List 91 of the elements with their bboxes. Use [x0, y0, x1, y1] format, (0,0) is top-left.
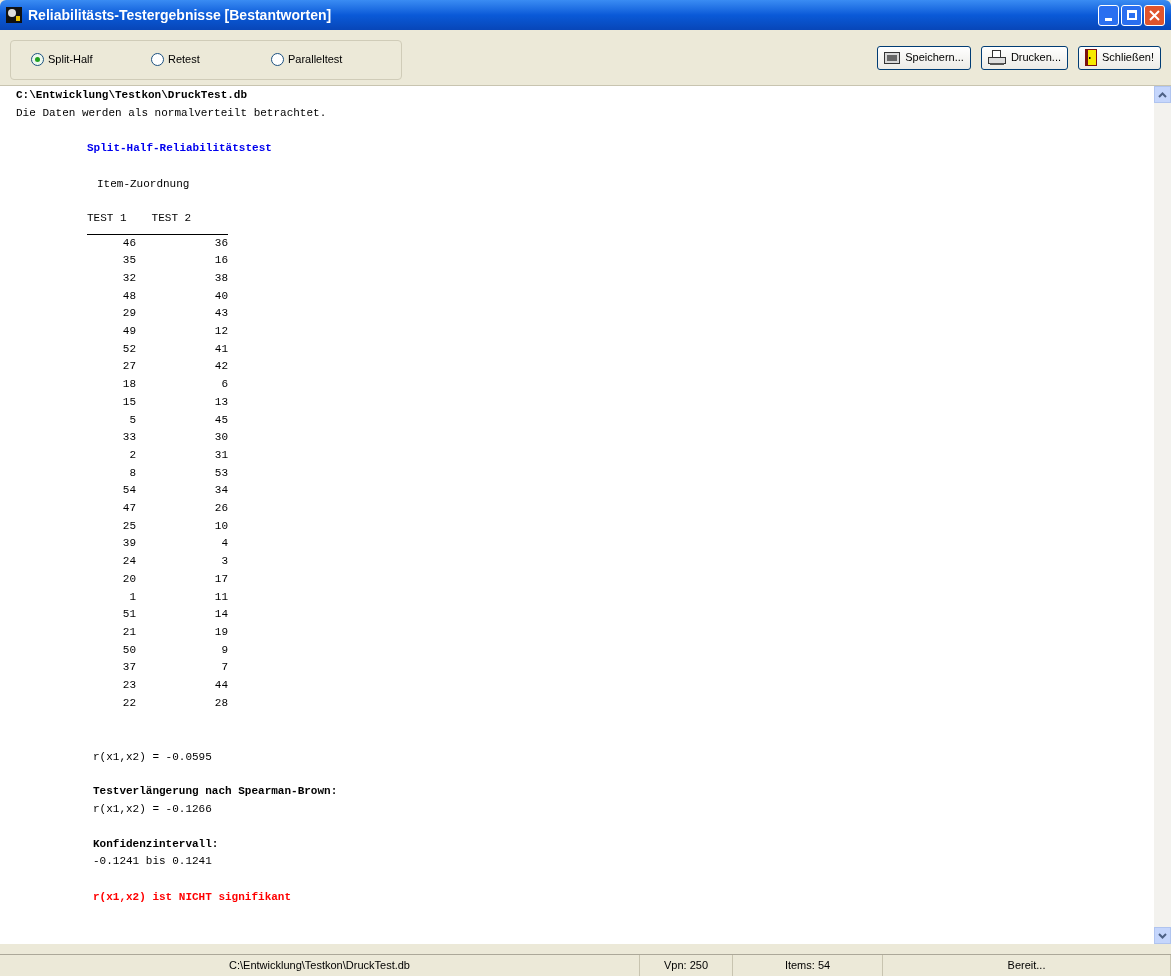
- table-cell-text: 44: [213, 678, 228, 694]
- table-cell-text: 41: [213, 341, 228, 357]
- table-cell-text: 14: [213, 607, 228, 623]
- table-cell-text: 21: [121, 625, 136, 640]
- table-cell-text: 35: [121, 253, 136, 269]
- table-cell-text: 31: [213, 447, 228, 463]
- confidence-value: -0.1241 bis 0.1241: [93, 854, 212, 870]
- table-cell-text: 54: [121, 483, 136, 499]
- table-cell-text: 19: [213, 625, 228, 640]
- assignment-title: Item-Zuordnung: [97, 177, 190, 193]
- scroll-down-icon[interactable]: [1158, 932, 1167, 939]
- extension-heading: Testverlängerung nach Spearman-Brown:: [93, 784, 338, 800]
- correlation-text: r(x1,x2) = -0.0595: [93, 749, 212, 765]
- table-cell-text: 30: [213, 430, 228, 446]
- table-cell-text: 29: [121, 306, 136, 322]
- scrollbar[interactable]: [1154, 86, 1171, 944]
- table-cell-text: 38: [213, 270, 228, 286]
- table-cell-text: 18: [121, 377, 136, 393]
- table-cell-text: 52: [121, 341, 136, 357]
- table-cell-text: 7: [220, 660, 228, 676]
- status-text: C:\Entwicklung\Testkon\DruckTest.db: [229, 958, 410, 974]
- drive-icon: [884, 51, 901, 64]
- column-header: TEST 2: [151, 210, 192, 226]
- table-cell-text: 49: [121, 324, 136, 340]
- table-cell-text: 2: [128, 447, 136, 463]
- table-cell-text: 1: [128, 589, 136, 605]
- status-text: Vpn: 250: [663, 958, 708, 974]
- table-cell-text: 6: [220, 377, 228, 393]
- table-cell-text: 46: [121, 235, 136, 251]
- radio-label[interactable]: Paralleltest: [288, 51, 343, 68]
- table-cell-text: 10: [213, 518, 228, 534]
- table-cell-text: 13: [213, 394, 228, 410]
- table-cell-text: 53: [213, 465, 228, 481]
- status-text: Items: 54: [784, 958, 831, 974]
- table-cell-text: 20: [121, 571, 136, 587]
- table-cell-text: 11: [213, 589, 228, 605]
- table-cell-text: 50: [121, 642, 136, 658]
- printer-icon: [987, 49, 1006, 66]
- extension-value: r(x1,x2) = -0.1266: [93, 801, 212, 817]
- radio-button[interactable]: [151, 53, 164, 66]
- scroll-up-icon[interactable]: [1158, 91, 1167, 98]
- file-path: C:\Entwicklung\Testkon\DruckTest.db: [16, 88, 248, 103]
- toolbar-button[interactable]: Drucken...: [980, 45, 1068, 70]
- table-cell-text: 27: [121, 359, 136, 375]
- table-cell-text: 34: [213, 483, 228, 499]
- table-cell-text: 24: [121, 554, 136, 570]
- table-cell-text: 23: [121, 678, 136, 694]
- radio-label[interactable]: Split-Half: [48, 51, 93, 68]
- minimize-button[interactable]: [1098, 4, 1119, 26]
- table-cell-text: 51: [121, 607, 136, 623]
- table-cell-text: 33: [121, 430, 136, 446]
- table-cell-text: 8: [128, 465, 136, 481]
- table-cell-text: 25: [121, 518, 136, 534]
- table-cell-text: 17: [213, 571, 228, 587]
- status-text: Bereit...: [1007, 958, 1046, 974]
- table-cell-text: 3: [220, 554, 228, 570]
- toolbar-button[interactable]: Speichern...: [877, 45, 971, 70]
- table-cell-text: 37: [121, 660, 136, 676]
- table-cell-text: 45: [213, 412, 228, 428]
- window-title: Reliabilitästs-Testergebnisse [Bestantworten]: [28, 5, 333, 25]
- note-text: Die Daten werden als normalverteilt betrachtet.: [16, 105, 327, 121]
- maximize-button[interactable]: [1121, 4, 1142, 26]
- table-cell-text: 32: [121, 270, 136, 286]
- table-cell-text: 48: [121, 288, 136, 304]
- confidence-title: Konfidenzintervall:: [93, 836, 219, 852]
- radio-button[interactable]: [31, 53, 44, 66]
- table-cell-text: 40: [213, 288, 228, 304]
- verdict-text: r(x1,x2) ist NICHT signifikant: [93, 890, 292, 905]
- table-cell-text: 39: [121, 536, 136, 552]
- app-icon: [6, 7, 22, 23]
- table-cell-text: 12: [213, 324, 228, 340]
- radio-label[interactable]: Retest: [168, 51, 200, 68]
- table-cell-text: 47: [121, 501, 136, 517]
- table-cell-text: 22: [121, 695, 136, 711]
- close-button[interactable]: [1144, 4, 1165, 26]
- door-icon: [1085, 49, 1097, 66]
- table-cell-text: 28: [213, 695, 228, 711]
- table-cell-text: 43: [213, 306, 228, 322]
- table-cell-text: 16: [213, 253, 228, 269]
- radio-button[interactable]: [271, 53, 284, 66]
- column-header: TEST 1: [87, 210, 127, 226]
- table-cell-text: 4: [220, 536, 228, 552]
- table-cell-text: 15: [121, 394, 136, 410]
- table-cell-text: 9: [220, 642, 228, 658]
- table-cell-text: 42: [213, 359, 228, 375]
- table-cell-text: 26: [213, 501, 228, 517]
- section-title: Split-Half-Reliabilitätstest: [87, 141, 272, 157]
- close-icon: [1149, 9, 1160, 21]
- toolbar-button[interactable]: Schließen!: [1078, 45, 1161, 70]
- table-cell-text: 5: [128, 412, 136, 428]
- table-cell-text: 36: [213, 235, 228, 251]
